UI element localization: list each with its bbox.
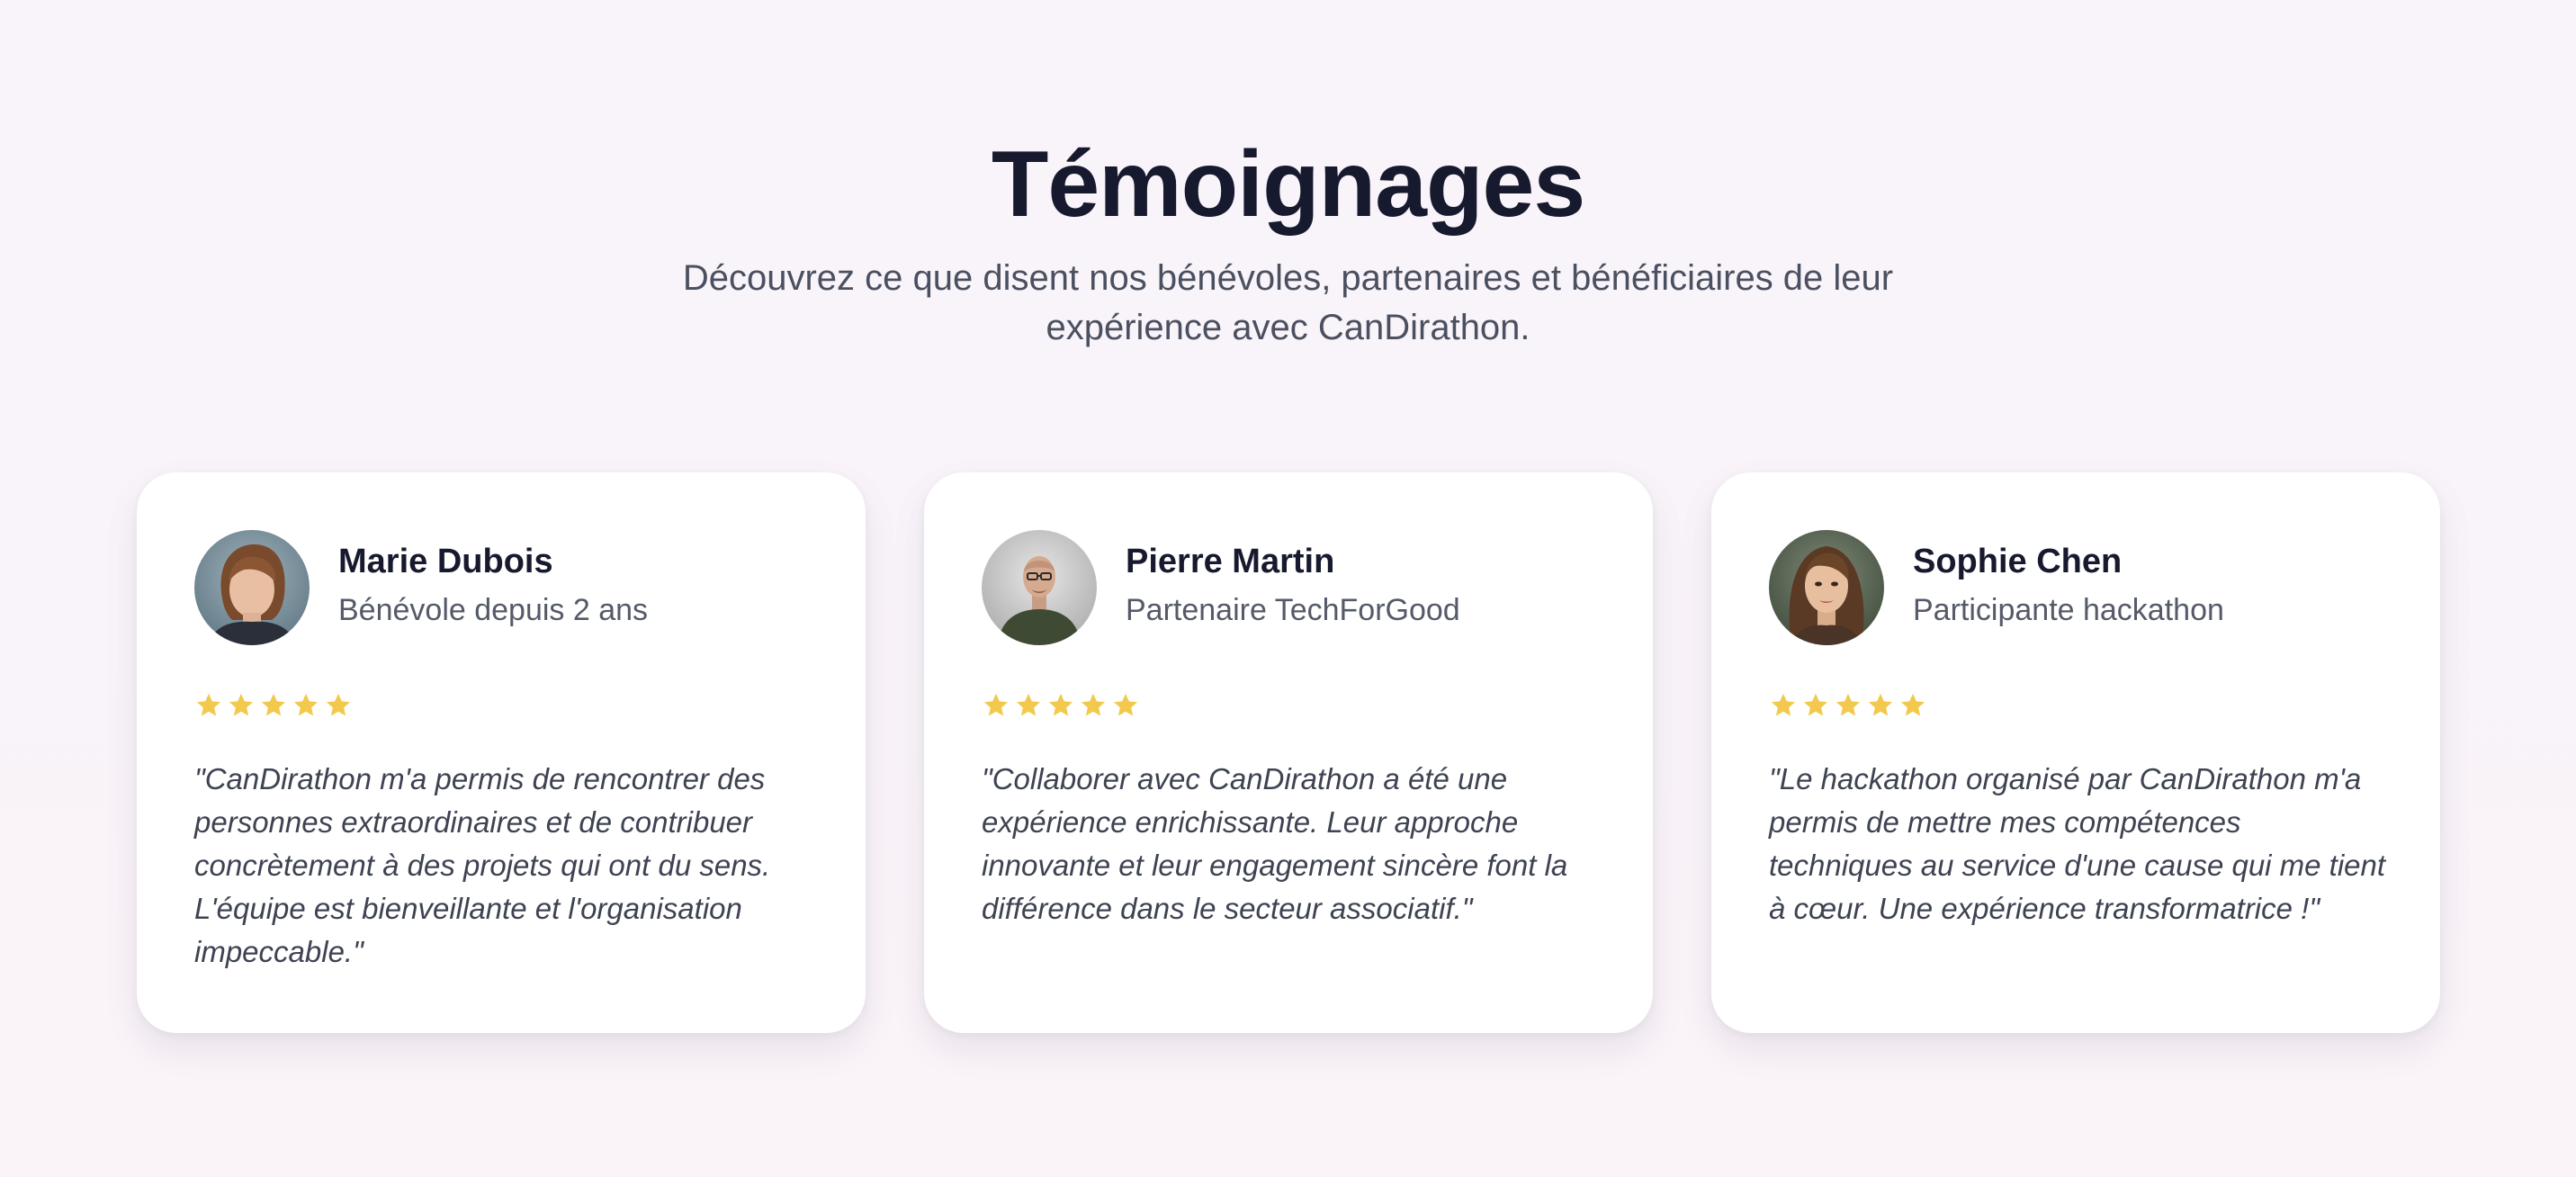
star-rating bbox=[982, 691, 1140, 720]
avatar bbox=[1769, 530, 1884, 645]
testimonial-card: Pierre Martin Partenaire TechForGood "Co… bbox=[924, 472, 1653, 1033]
star-icon bbox=[1771, 693, 1796, 716]
testimonial-card: Marie Dubois Bénévole depuis 2 ans "CanD… bbox=[137, 472, 866, 1033]
avatar bbox=[982, 530, 1097, 645]
section-subtitle: Découvrez ce que disent nos bénévoles, p… bbox=[682, 258, 1894, 347]
star-icon bbox=[1016, 693, 1041, 716]
testimonial-quote: "Collaborer avec CanDirathon a été une e… bbox=[982, 762, 1568, 925]
testimonial-role: Partenaire TechForGood bbox=[1126, 593, 1460, 627]
star-icon bbox=[229, 693, 254, 716]
star-icon bbox=[293, 693, 319, 716]
star-icon bbox=[1081, 693, 1106, 716]
star-rating bbox=[1769, 691, 1927, 720]
testimonial-role: Bénévole depuis 2 ans bbox=[338, 593, 649, 627]
star-icon bbox=[196, 693, 221, 716]
star-icon bbox=[1113, 693, 1138, 716]
star-icon bbox=[326, 693, 351, 716]
testimonial-cards: Marie Dubois Bénévole depuis 2 ans "CanD… bbox=[137, 472, 2440, 1033]
star-icon bbox=[261, 693, 286, 716]
testimonial-name: Sophie Chen bbox=[1913, 543, 2123, 580]
testimonials-section: Témoignages Découvrez ce que disent nos … bbox=[0, 0, 2576, 1177]
star-icon bbox=[1900, 693, 1925, 716]
star-icon bbox=[1048, 693, 1073, 716]
testimonial-name: Pierre Martin bbox=[1126, 543, 1335, 580]
star-icon bbox=[1803, 693, 1828, 716]
star-icon bbox=[983, 693, 1009, 716]
testimonial-quote: "CanDirathon m'a permis de rencontrer de… bbox=[194, 762, 771, 968]
testimonial-name: Marie Dubois bbox=[338, 543, 553, 580]
testimonial-quote: "Le hackathon organisé par CanDirathon m… bbox=[1769, 762, 2386, 925]
testimonial-role: Participante hackathon bbox=[1913, 593, 2224, 627]
star-rating bbox=[194, 691, 353, 720]
testimonial-card: Sophie Chen Participante hackathon "Le h… bbox=[1711, 472, 2440, 1033]
star-icon bbox=[1868, 693, 1893, 716]
section-title: Témoignages bbox=[991, 132, 1585, 237]
star-icon bbox=[1836, 693, 1861, 716]
avatar bbox=[194, 530, 310, 645]
